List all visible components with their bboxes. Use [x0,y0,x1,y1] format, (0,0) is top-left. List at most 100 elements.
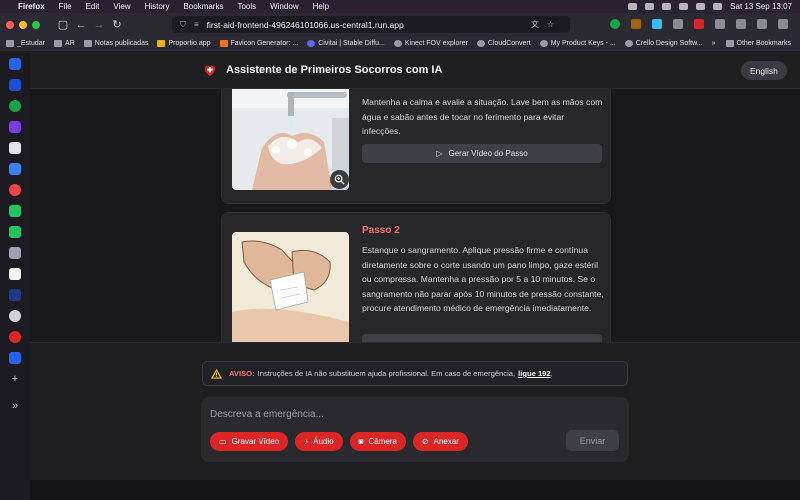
sidebar-app-icon[interactable] [9,100,21,112]
url-bar[interactable]: ⛉ ≡ first-aid-frontend-496246101066.us-c… [172,16,570,33]
menu-tools[interactable]: Tools [237,2,256,11]
hamburger-menu-icon[interactable] [778,19,788,29]
minimize-window-button[interactable] [19,20,27,29]
bookmark-label: _Estudar [17,40,46,47]
sidebar-app-icon[interactable] [9,247,21,259]
other-bookmarks[interactable]: Other Bookmarks [725,40,791,47]
record-video-button[interactable]: ▭ Gravar Vídeo [210,432,289,451]
expand-sidebar-icon[interactable]: » [12,400,18,412]
steps-list: Mantenha a calma e avalie a situação. La… [30,89,800,342]
menu-window[interactable]: Window [270,2,298,11]
folder-icon [54,40,63,47]
globe-icon [393,40,402,47]
menu-bookmarks[interactable]: Bookmarks [183,2,223,11]
sidebar-app-icon[interactable] [9,142,21,154]
extension-icon[interactable] [757,19,767,29]
bookmark-label: Crello Design Softw... [635,40,703,47]
site-info-icon[interactable]: ≡ [194,20,199,29]
sidebar-app-icon[interactable] [9,331,21,343]
battery-icon[interactable] [679,3,689,10]
applying-pressure-illustration [232,232,349,342]
app-title: Assistente de Primeiros Socorros com IA [226,64,443,76]
sidebar-app-icon[interactable] [9,163,21,175]
generate-step-video-button[interactable]: ▷ Gerar Vídeo do Passo [362,144,602,163]
control-center-icon[interactable] [713,3,723,10]
extension-icon[interactable] [610,19,620,29]
add-panel-icon[interactable]: + [12,373,18,385]
extension-icon[interactable] [652,19,662,29]
close-window-button[interactable] [6,20,14,29]
zoom-image-button[interactable] [330,170,349,189]
bookmark-item[interactable]: Proportio.app [157,40,211,47]
language-toggle-button[interactable]: English [741,61,787,80]
globe-icon [476,40,485,47]
bookmark-item[interactable]: Favicon Generator: ... [219,40,299,47]
menu-edit[interactable]: Edit [86,2,100,11]
attach-button[interactable]: ⊘ Anexar [412,432,468,451]
disclaimer-banner: AVISO: Instruções de IA não substituem a… [202,361,628,386]
bookmark-item[interactable]: Civitai | Stable Diffu... [307,40,385,47]
generate-video-label: Gerar Vídeo do Passo [448,149,528,158]
browser-toolbar: ▢ ← → ↻ ⛉ ≡ first-aid-frontend-496246101… [0,13,800,36]
sidebar-app-icon[interactable] [9,226,21,238]
sidebar-app-icon[interactable] [9,79,21,91]
menu-help[interactable]: Help [313,2,329,11]
extension-icon[interactable] [631,19,641,29]
sidebar-app-icon[interactable] [9,121,21,133]
step-card: Passo 2 Estanque o sangramento. Aplique … [221,212,611,342]
tray-app-icon[interactable] [645,3,655,10]
extension-icon[interactable] [736,19,746,29]
menubar-clock[interactable]: Sat 13 Sep 13:07 [730,2,792,11]
sidebar-app-icon[interactable] [9,205,21,217]
sidebar-app-icon[interactable] [9,58,21,70]
camera-icon: ◙ [358,437,364,446]
bookmark-item[interactable]: Notas publicadas [83,40,148,47]
sidebar-app-icon[interactable] [9,352,21,364]
extension-icon[interactable] [673,19,683,29]
bookmark-item[interactable]: _Estudar [6,40,45,47]
camera-button[interactable]: ◙ Câmera [349,432,406,451]
generate-step-video-button[interactable] [362,334,602,342]
extension-icon[interactable] [715,19,725,29]
sidebar-app-icon[interactable] [9,268,21,280]
more-bookmarks-chevron-icon[interactable]: » [712,40,716,47]
composer-actions: ▭ Gravar Vídeo ♪ Áudio ◙ Câmera ⊘ Anexar [210,432,468,451]
reload-icon[interactable]: ↻ [108,18,126,31]
microphone-icon: ♪ [304,437,309,446]
tab-overview-icon[interactable]: ▢ [54,18,72,31]
bookmark-label: Favicon Generator: ... [230,40,299,47]
tray-app-icon[interactable] [662,3,672,10]
bookmark-item[interactable]: AR [54,40,75,47]
translate-icon[interactable]: 文 [531,19,539,30]
menu-history[interactable]: History [145,2,170,11]
send-button[interactable]: Enviar [566,430,619,451]
step-description: Estanque o sangramento. Aplique pressão … [362,245,604,313]
sidebar-app-icon[interactable] [9,184,21,196]
tray-app-icon[interactable] [628,3,638,10]
favicon-icon [157,40,166,47]
bookmark-item[interactable]: My Product Keys - ... [539,40,616,47]
forward-arrow-icon[interactable]: → [90,19,108,31]
emergency-description-input[interactable] [210,406,540,422]
extension-icons [610,19,788,29]
back-arrow-icon[interactable]: ← [72,19,90,31]
extension-icon[interactable] [694,19,704,29]
sidebar-app-icon[interactable] [9,289,21,301]
bookmark-item[interactable]: Crello Design Softw... [624,40,703,47]
menu-view[interactable]: View [113,2,130,11]
shield-icon[interactable]: ⛉ [180,20,186,30]
bookmark-item[interactable]: CloudConvert [476,40,531,47]
globe-icon[interactable] [9,310,21,322]
emergency-call-link[interactable]: ligue 192 [518,369,551,378]
browser-sidebar: + » [0,52,30,500]
menu-app-name[interactable]: Firefox [18,2,45,11]
bookmark-star-icon[interactable]: ☆ [547,20,554,29]
window-controls [6,20,40,29]
maximize-window-button[interactable] [32,20,40,29]
menu-file[interactable]: File [59,2,72,11]
audio-button[interactable]: ♪ Áudio [295,432,343,451]
favicon-icon [219,40,228,47]
bookmark-item[interactable]: Kinect FOV explorer [393,40,468,47]
url-text[interactable]: first-aid-frontend-496246101066.us-centr… [207,20,531,30]
wifi-icon[interactable] [696,3,706,10]
